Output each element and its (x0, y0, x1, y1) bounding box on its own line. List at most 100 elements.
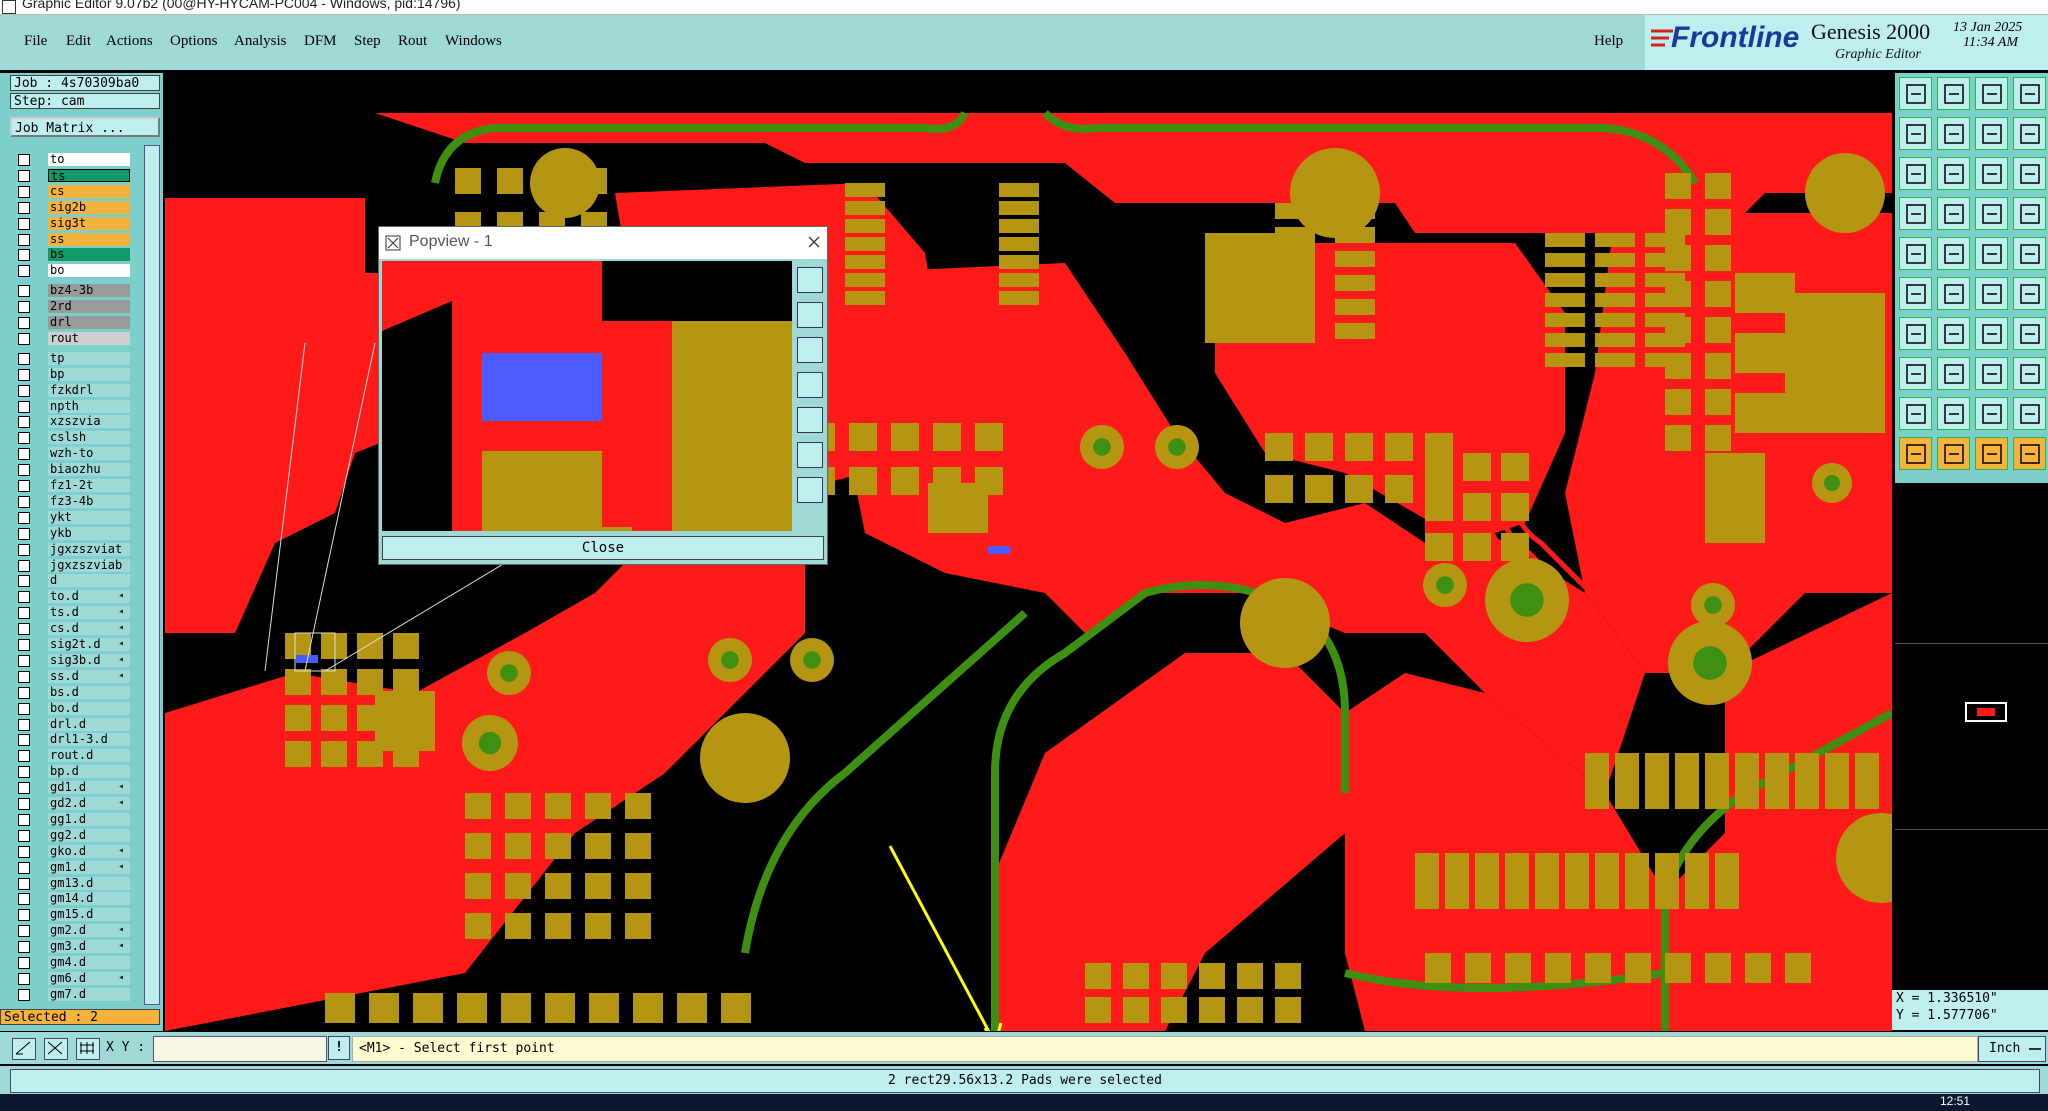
overview-map[interactable] (1895, 643, 2048, 830)
layer-row[interactable]: gm4.d (0, 956, 160, 970)
snap-mode-button[interactable] (12, 1038, 36, 1060)
ratio-tool-button[interactable] (1975, 157, 2008, 190)
popview-pan-up-button[interactable] (797, 337, 823, 363)
popview-pan-left-button[interactable] (797, 372, 823, 398)
layer-checkbox[interactable] (18, 249, 30, 262)
layer-checkbox[interactable] (18, 169, 30, 182)
snap-tool-button[interactable] (1937, 197, 1970, 230)
layer-checkbox[interactable] (18, 352, 30, 365)
measure-mode-button[interactable] (44, 1038, 68, 1060)
popview-pan-right-button[interactable] (797, 407, 823, 433)
layer-checkbox[interactable] (18, 925, 30, 938)
layer-checkbox[interactable] (18, 909, 30, 922)
menu-analysis[interactable]: Analysis (234, 33, 287, 50)
select-tool-button[interactable] (1937, 437, 1970, 470)
layer-row[interactable]: cs.d ◂ (0, 622, 160, 636)
cursor-tool-button[interactable] (1899, 437, 1932, 470)
layer-checkbox[interactable] (18, 829, 30, 842)
layer-row[interactable]: rout.d (0, 749, 160, 763)
layer-row[interactable]: ss (0, 232, 160, 247)
drc-tool-button[interactable] (1937, 397, 1970, 430)
layer-checkbox[interactable] (18, 893, 30, 906)
triangle-tool-button[interactable] (1899, 397, 1932, 430)
home-tool-button[interactable] (1975, 77, 2008, 110)
layer-checkbox[interactable] (18, 718, 30, 731)
connect-tool-button[interactable] (1975, 277, 2008, 310)
layer-checkbox[interactable] (18, 877, 30, 890)
layer-checkbox[interactable] (18, 317, 30, 329)
circle-tool-button[interactable] (2013, 237, 2046, 270)
layer-row[interactable]: gd2.d ◂ (0, 797, 160, 811)
forward-tool-button[interactable] (1937, 117, 1970, 150)
pick-tool-button[interactable] (1975, 437, 2008, 470)
edit-tool-button[interactable] (1937, 317, 1970, 350)
back-tool-button[interactable] (1899, 117, 1932, 150)
layer-checkbox[interactable] (18, 154, 30, 166)
layer-checkbox[interactable] (18, 972, 30, 985)
layer-checkbox[interactable] (18, 543, 30, 556)
route-tool-button[interactable] (2013, 197, 2046, 230)
xy-input[interactable] (153, 1036, 327, 1062)
layer-checkbox[interactable] (18, 861, 30, 874)
layer-checkbox[interactable] (18, 607, 30, 620)
job-matrix-button[interactable]: Job Matrix ... (10, 117, 160, 137)
layer-row[interactable]: gm6.d ◂ (0, 971, 160, 986)
layer-row[interactable]: cs (0, 184, 160, 199)
layer-checkbox[interactable] (18, 813, 30, 826)
layer-row[interactable]: biaozhu (0, 463, 160, 477)
layer-checkbox[interactable] (18, 332, 30, 345)
layer-row[interactable]: gd1.d ◂ (0, 781, 160, 795)
layer-checkbox[interactable] (18, 623, 30, 636)
open-tool-button[interactable] (1899, 77, 1932, 110)
zoom-center-tool-button[interactable] (1937, 157, 1970, 190)
layer-row[interactable]: wzh-to (0, 447, 160, 461)
menu-windows[interactable]: Windows (445, 33, 502, 50)
layer-row[interactable]: drl (0, 316, 160, 330)
layer-row[interactable]: drl1-3.d (0, 733, 160, 747)
layer-checkbox[interactable] (18, 559, 30, 572)
layer-checkbox[interactable] (18, 766, 30, 779)
selected-pad[interactable] (988, 546, 1010, 554)
align-tool-button[interactable] (1975, 357, 2008, 390)
layer-checkbox[interactable] (18, 480, 30, 492)
layer-row[interactable]: bo (0, 264, 160, 278)
help-tool-button[interactable] (2013, 157, 2046, 190)
layer-row[interactable]: gm14.d (0, 892, 160, 906)
layer-checkbox[interactable] (18, 432, 30, 445)
layer-checkbox[interactable] (18, 591, 30, 604)
layer-row[interactable]: d (0, 574, 160, 588)
shape-tool-button[interactable] (1937, 237, 1970, 270)
node-tool-button[interactable] (1899, 277, 1932, 310)
menu-edit[interactable]: Edit (66, 33, 91, 50)
units-selector[interactable]: Inch (1978, 1036, 2046, 1062)
menu-dfm[interactable]: DFM (304, 33, 337, 50)
layout-tool-button[interactable] (2013, 77, 2046, 110)
layer-row[interactable]: ts.d ◂ (0, 606, 160, 620)
layer-row[interactable]: ykb (0, 526, 160, 541)
layer-row[interactable]: gg1.d (0, 812, 160, 827)
layer-checkbox[interactable] (18, 400, 30, 413)
layer-row[interactable]: jgxzszviab (0, 558, 160, 573)
popview-zoom-in-button[interactable] (797, 267, 823, 293)
menu-step[interactable]: Step (354, 33, 381, 50)
layer-row[interactable]: bs.d (0, 685, 160, 700)
layer-checkbox[interactable] (18, 654, 30, 667)
layer-row[interactable]: gm1.d ◂ (0, 860, 160, 875)
menu-actions[interactable]: Actions (106, 33, 153, 50)
layer-row[interactable]: gm15.d (0, 908, 160, 922)
layer-checkbox[interactable] (18, 702, 30, 715)
measure-tool-button[interactable] (1899, 197, 1932, 230)
undo-tool-button[interactable] (1975, 117, 2008, 150)
layer-row[interactable]: gm2.d ◂ (0, 924, 160, 938)
layer-checkbox[interactable] (18, 527, 30, 540)
layer-checkbox[interactable] (18, 185, 30, 198)
layer-checkbox[interactable] (18, 957, 30, 969)
layer-row[interactable]: bp.d (0, 765, 160, 779)
layer-row[interactable]: gg2.d (0, 828, 160, 843)
layer-checkbox[interactable] (18, 495, 30, 508)
info-icon[interactable]: ! (328, 1036, 350, 1060)
layer-checkbox[interactable] (18, 670, 30, 683)
popview-zoom-out-button[interactable] (797, 302, 823, 328)
layer-row[interactable]: gm7.d (0, 987, 160, 1002)
menu-options[interactable]: Options (170, 33, 218, 50)
